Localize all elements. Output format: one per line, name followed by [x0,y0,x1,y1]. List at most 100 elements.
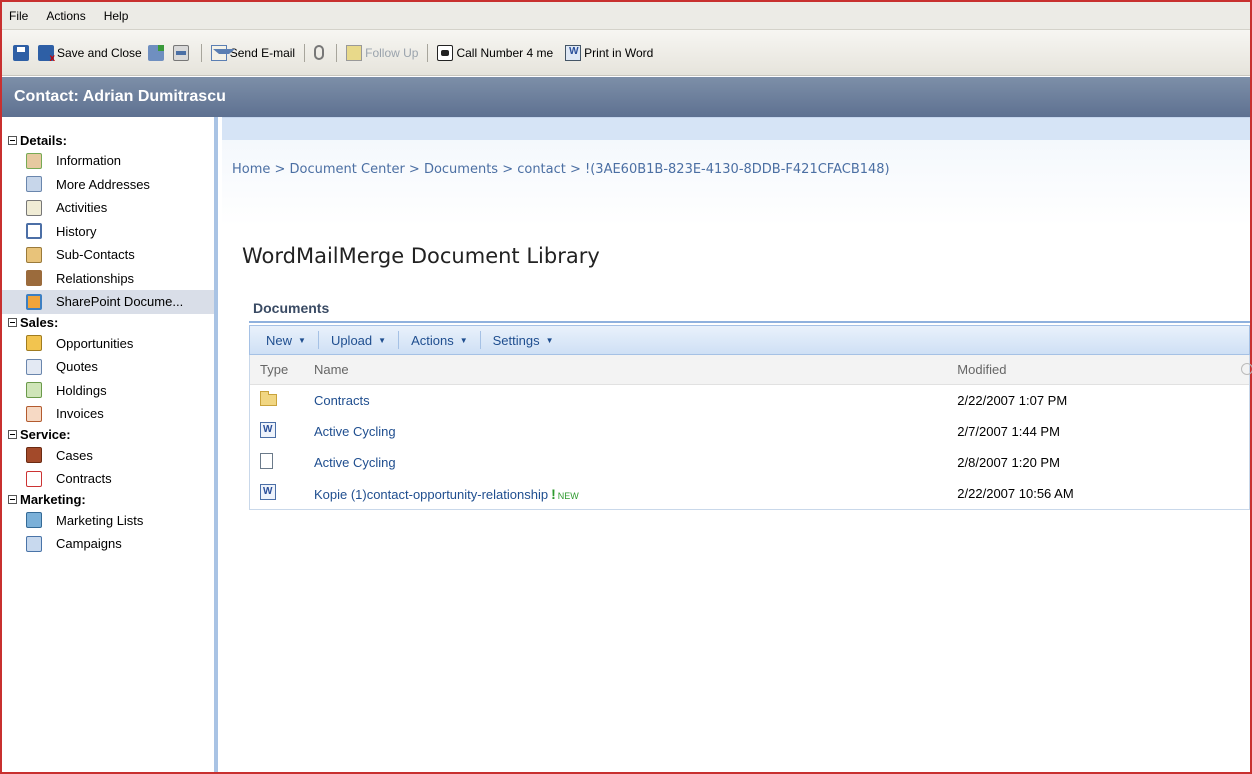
save-icon [13,44,29,61]
navigation-sidebar: Details: Information More Addresses Acti… [2,117,218,772]
sidebar-item-sub-contacts[interactable]: Sub-Contacts [2,243,214,267]
section-marketing-title: Marketing: [20,492,86,507]
sidebar-item-label: Campaigns [56,536,122,552]
section-service[interactable]: Service: [2,426,214,444]
relationships-icon [26,270,42,287]
collapse-icon[interactable] [8,430,17,439]
sidebar-item-information[interactable]: Information [2,149,214,173]
collapse-icon[interactable] [8,135,17,145]
page-title: WordMailMerge Document Library [242,244,600,268]
collapse-icon[interactable] [8,318,17,327]
table-header: Type Name Modified [250,355,1252,385]
sidebar-item-campaigns[interactable]: Campaigns [2,532,214,556]
menu-file[interactable]: File [6,7,31,25]
menu-bar: File Actions Help [2,2,1250,30]
section-service-title: Service: [20,427,71,442]
sidebar-item-sharepoint-documents[interactable]: SharePoint Docume... [2,290,214,314]
doc-icon [260,453,273,469]
name-link[interactable]: Active Cycling [306,455,949,470]
table-row[interactable]: Kopie (1)contact-opportunity-relationshi… [250,478,1249,509]
caret-down-icon: ▼ [545,335,554,345]
sidebar-item-activities[interactable]: Activities [2,196,214,220]
toolbar-separator [398,331,400,349]
send-email-label: Send E-mail [229,45,296,60]
frame-top-bar [222,118,1250,140]
new-menu-button[interactable]: New ▼ [260,333,312,348]
column-header-type[interactable]: Type [250,362,306,377]
document-list: Type Name Modified Contracts 2/22/2007 1… [249,355,1252,510]
actions-menu-button[interactable]: Actions ▼ [405,333,474,348]
sidebar-item-label: Contracts [56,471,112,487]
contracts-icon [26,470,42,487]
column-header-modified[interactable]: Modified [949,362,1249,377]
record-title: Contact: Adrian Dumitrascu [14,88,226,105]
sidebar-item-opportunities[interactable]: Opportunities [2,332,214,356]
column-header-name[interactable]: Name [306,362,949,377]
new-flag-icon: ! [551,485,556,502]
menu-help[interactable]: Help [101,7,132,25]
actions-label: Actions [411,332,454,348]
section-sales[interactable]: Sales: [2,314,214,332]
table-row[interactable]: Active Cycling 2/8/2007 1:20 PM [250,447,1249,478]
sidebar-item-relationships[interactable]: Relationships [2,267,214,291]
sidebar-item-label: Information [56,153,122,169]
sidebar-item-label: Marketing Lists [56,512,144,528]
type-cell [250,453,306,472]
sharepoint-icon [26,293,42,310]
save-and-close-button[interactable]: Save and Close [35,40,145,66]
caret-down-icon: ▼ [459,335,468,345]
section-details[interactable]: Details: [2,131,214,149]
settings-menu-button[interactable]: Settings ▼ [487,333,560,348]
table-row[interactable]: Active Cycling 2/7/2007 1:44 PM [250,416,1249,447]
send-email-button[interactable]: Send E-mail [208,40,298,66]
name-link[interactable]: Kopie (1)contact-opportunity-relationshi… [314,487,548,502]
holdings-icon [26,382,42,399]
call-number-button[interactable]: Call Number 4 me [434,40,556,66]
email-icon [210,44,235,61]
new-label: New [266,332,293,348]
document-toolbar: New ▼ Upload ▼ Actions ▼ Settings ▼ [249,325,1250,355]
table-row[interactable]: Contracts 2/22/2007 1:07 PM [250,385,1249,416]
breadcrumb-band: Home > Document Center > Documents > con… [222,117,1250,225]
crm-window: File Actions Help Save and Close Send E-… [0,0,1252,774]
sidebar-item-cases[interactable]: Cases [2,444,214,468]
sidebar-item-invoices[interactable]: Invoices [2,402,214,426]
sidebar-item-label: Opportunities [56,335,134,351]
new-badge: NEW [557,490,579,501]
sidebar-item-history[interactable]: History [2,220,214,244]
modified-cell: 2/7/2007 1:44 PM [957,424,1060,439]
breadcrumb[interactable]: Home > Document Center > Documents > con… [232,162,890,177]
upload-menu-button[interactable]: Upload ▼ [325,333,392,348]
sidebar-item-contracts[interactable]: Contracts [2,467,214,491]
toolbar-separator [427,43,429,62]
name-link[interactable]: Contracts [306,393,949,408]
word-doc-icon [260,484,276,500]
attach-button[interactable] [311,40,330,66]
follow-up-icon [346,44,363,61]
cases-icon [26,447,42,464]
follow-up-button[interactable]: Follow Up [343,40,421,66]
print-button[interactable] [170,40,195,66]
toolbar-separator [200,43,202,62]
sidebar-item-label: Quotes [56,359,98,375]
documents-heading: Documents [253,300,330,316]
sidebar-item-label: Relationships [56,270,135,286]
print-in-word-button[interactable]: Print in Word [562,40,656,66]
save-and-close-label: Save and Close [57,45,142,60]
paperclip-icon [314,45,325,60]
activities-icon [26,199,42,216]
menu-actions[interactable]: Actions [43,7,88,25]
save-button[interactable] [10,40,35,66]
collapse-icon[interactable] [8,495,17,504]
save-as-button[interactable] [145,40,170,66]
sidebar-item-quotes[interactable]: Quotes [2,355,214,379]
sidebar-item-holdings[interactable]: Holdings [2,379,214,403]
sidebar-item-more-addresses[interactable]: More Addresses [2,173,214,197]
section-marketing[interactable]: Marketing: [2,491,214,509]
call-number-label: Call Number 4 me [456,45,554,60]
record-header: Contact: Adrian Dumitrascu [2,77,1250,117]
sidebar-item-marketing-lists[interactable]: Marketing Lists [2,509,214,533]
sidebar-item-label: Invoices [56,406,104,422]
name-link[interactable]: Active Cycling [306,424,949,439]
clock-icon [26,223,42,240]
